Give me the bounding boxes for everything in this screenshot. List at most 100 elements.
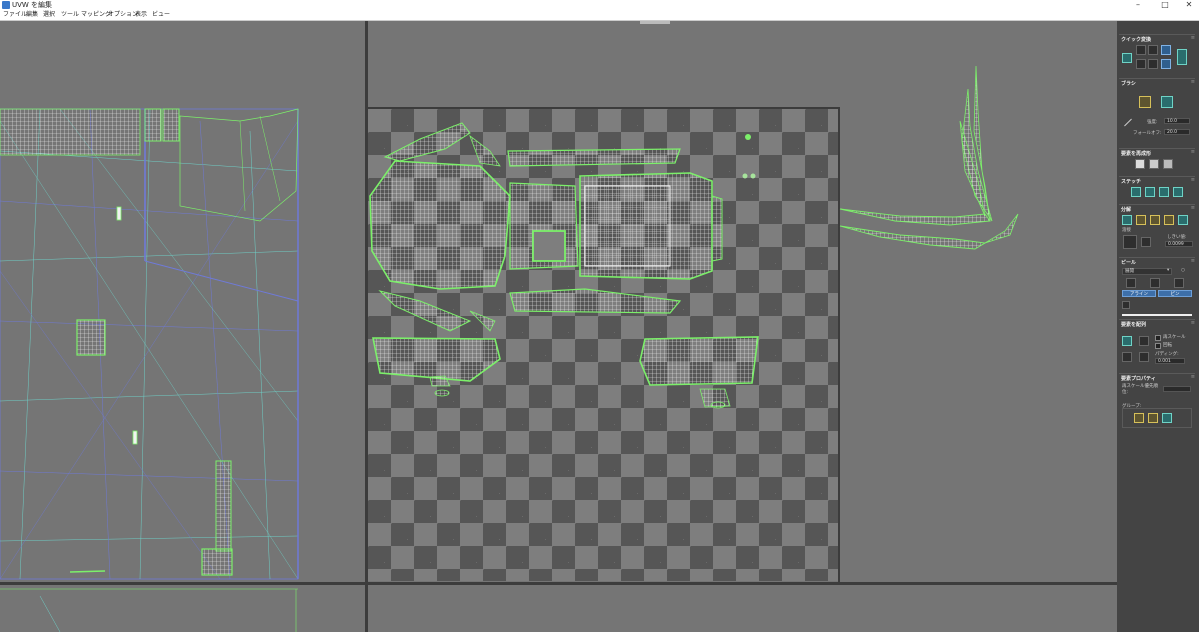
arrange-title[interactable]: 要素を配列: [1121, 321, 1146, 328]
align-vertical-icon[interactable]: [1136, 45, 1146, 55]
stitch-section: ステッチ ≡: [1119, 176, 1195, 205]
relax-cube-icon[interactable]: [1149, 159, 1159, 169]
section-options-icon[interactable]: ≡: [1191, 35, 1195, 41]
rescale-priority-spinner[interactable]: [1163, 386, 1191, 392]
section-options-icon[interactable]: ≡: [1191, 79, 1195, 85]
paint-brush-icon[interactable]: [1139, 96, 1151, 108]
uv-mesh-layer[interactable]: [0, 21, 1117, 632]
rotate-cw-icon[interactable]: [1161, 59, 1171, 69]
title-bar: UVW を編集 – □ ✕: [0, 0, 1199, 10]
stitch-custom-icon[interactable]: [1173, 187, 1183, 197]
reshape-title[interactable]: 要素を再成形: [1121, 150, 1151, 157]
arrange-section: 要素を配列 ≡ 再スケール 回転 パディング: 0.001: [1119, 319, 1195, 372]
section-options-icon[interactable]: ≡: [1191, 149, 1195, 155]
brush-size-icon[interactable]: [1124, 118, 1132, 127]
align-horizontal-icon[interactable]: [1148, 45, 1158, 55]
relax-brush-icon[interactable]: [1161, 96, 1173, 108]
menu-select[interactable]: 選択: [43, 10, 55, 20]
reshape-section: 要素を再成形 ≡: [1119, 148, 1195, 177]
space-vertical-icon[interactable]: [1136, 59, 1146, 69]
straighten-selection-icon[interactable]: [1135, 159, 1145, 169]
rescale-label: 再スケール: [1163, 335, 1186, 340]
section-options-icon[interactable]: ≡: [1191, 374, 1195, 380]
menu-mapping[interactable]: マッピング: [81, 10, 111, 20]
outside-uv-strips[interactable]: [839, 65, 1019, 250]
group-add-icon[interactable]: [1148, 413, 1158, 423]
chevron-down-icon[interactable]: ▾: [1167, 268, 1169, 273]
detach-icon[interactable]: [1136, 215, 1146, 225]
break-icon[interactable]: [1122, 215, 1132, 225]
uv-viewport[interactable]: [0, 21, 1117, 632]
relax-sphere-icon[interactable]: [1163, 159, 1173, 169]
peel-option-icon[interactable]: ○: [1181, 268, 1185, 273]
menu-file[interactable]: ファイル: [3, 10, 27, 20]
minimize-button[interactable]: –: [1130, 0, 1146, 10]
flatten-by-material-icon[interactable]: [1178, 215, 1188, 225]
strength-spinner[interactable]: 10.0: [1164, 118, 1190, 124]
space-horizontal-icon[interactable]: [1148, 59, 1158, 69]
pack-together-icon[interactable]: [1122, 352, 1132, 362]
threshold-label: しきい値:: [1167, 235, 1187, 240]
stitch-title[interactable]: ステッチ: [1121, 178, 1141, 185]
window-title: UVW を編集: [12, 1, 53, 9]
element-properties-title[interactable]: 要素プロパティ: [1121, 375, 1156, 382]
menu-edit[interactable]: 編集: [26, 10, 38, 20]
pack-custom-icon[interactable]: [1139, 336, 1149, 346]
uv-islands[interactable]: [369, 122, 759, 409]
peel-section: ピール ≡ 展開 ▾ ○ アライン ピン: [1119, 257, 1195, 322]
flatten-by-smoothing-icon[interactable]: [1164, 215, 1174, 225]
section-options-icon[interactable]: ≡: [1191, 320, 1195, 326]
threshold-spinner[interactable]: 0.0099: [1165, 241, 1193, 247]
peel-icon[interactable]: [1150, 278, 1160, 288]
group-select-icon[interactable]: [1134, 413, 1144, 423]
straighten-icon[interactable]: [1177, 49, 1187, 65]
reset-peel-icon[interactable]: [1174, 278, 1184, 288]
align-button[interactable]: アライン: [1122, 290, 1156, 297]
pin-button[interactable]: ピン: [1158, 290, 1192, 297]
group-remove-icon[interactable]: [1162, 413, 1172, 423]
element-properties-section: 要素プロパティ ≡ 再スケール優先順位: グループ:: [1119, 373, 1195, 434]
pack-rescale-icon[interactable]: [1139, 352, 1149, 362]
rotate-checkbox[interactable]: [1155, 343, 1161, 349]
quick-transform-title[interactable]: クイック変換: [1121, 36, 1151, 43]
app-icon: [2, 1, 10, 9]
pin-tool-icon[interactable]: [1122, 301, 1130, 309]
peel-mode-dropdown[interactable]: 展開: [1122, 268, 1172, 275]
peel-separator: [1122, 314, 1192, 316]
rotate-ccw-icon[interactable]: [1161, 45, 1171, 55]
menu-display[interactable]: 表示: [135, 10, 147, 20]
menu-bar: ファイル 編集 選択 ツール マッピング オプション 表示 ビュー: [0, 10, 1199, 21]
menu-tools[interactable]: ツール: [61, 10, 79, 20]
quick-transform-section: クイック変換 ≡: [1119, 34, 1195, 77]
maximize-button[interactable]: □: [1157, 0, 1173, 10]
explode-title[interactable]: 分解: [1121, 206, 1131, 213]
stitch-average-icon[interactable]: [1159, 187, 1169, 197]
menu-options[interactable]: オプション: [108, 10, 138, 20]
weld-selected-icon[interactable]: [1123, 235, 1137, 249]
section-options-icon[interactable]: ≡: [1191, 177, 1195, 183]
brush-title[interactable]: ブラシ: [1121, 80, 1136, 87]
quick-peel-icon[interactable]: [1126, 278, 1136, 288]
stitch-target-icon[interactable]: [1145, 187, 1155, 197]
weld-target-icon[interactable]: [1141, 237, 1151, 247]
flatten-by-polygon-icon[interactable]: [1150, 215, 1160, 225]
align-center-icon[interactable]: [1122, 53, 1132, 63]
falloff-spinner[interactable]: 20.0: [1164, 129, 1190, 135]
falloff-label: フォールオフ:: [1133, 131, 1162, 136]
section-options-icon[interactable]: ≡: [1191, 205, 1195, 211]
padding-label: パディング:: [1155, 352, 1179, 357]
stitch-source-icon[interactable]: [1131, 187, 1141, 197]
weld-label: 溶接: [1122, 228, 1131, 233]
section-options-icon[interactable]: ≡: [1191, 258, 1195, 264]
strength-label: 強度:: [1147, 120, 1158, 125]
brush-section: ブラシ ≡ 強度: 10.0 フォールオフ: 20.0: [1119, 78, 1195, 147]
left-wireframe: [0, 108, 299, 632]
menu-view[interactable]: ビュー: [152, 10, 170, 20]
pack-normalize-icon[interactable]: [1122, 336, 1132, 346]
command-panel: クイック変換 ≡ ブラシ ≡ 強度: 10.0 フォールオフ: 20.0 要素を…: [1117, 21, 1199, 632]
peel-title[interactable]: ピール: [1121, 259, 1136, 266]
explode-section: 分解 ≡ 溶接 しきい値: 0.0099: [1119, 204, 1195, 258]
rescale-checkbox[interactable]: [1155, 335, 1161, 341]
padding-spinner[interactable]: 0.001: [1155, 358, 1185, 364]
close-button[interactable]: ✕: [1181, 0, 1197, 10]
